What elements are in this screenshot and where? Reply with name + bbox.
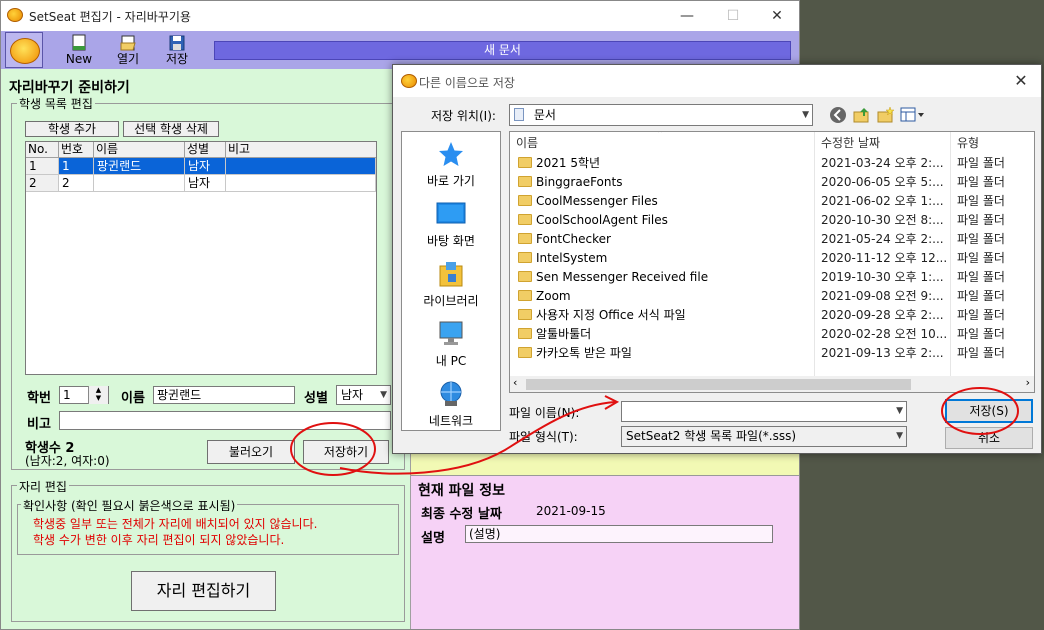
annotation-circle [941, 387, 1019, 435]
annotation-circle [290, 422, 376, 476]
annotation-overlay [290, 387, 1019, 476]
annotation-arrow [339, 401, 616, 475]
